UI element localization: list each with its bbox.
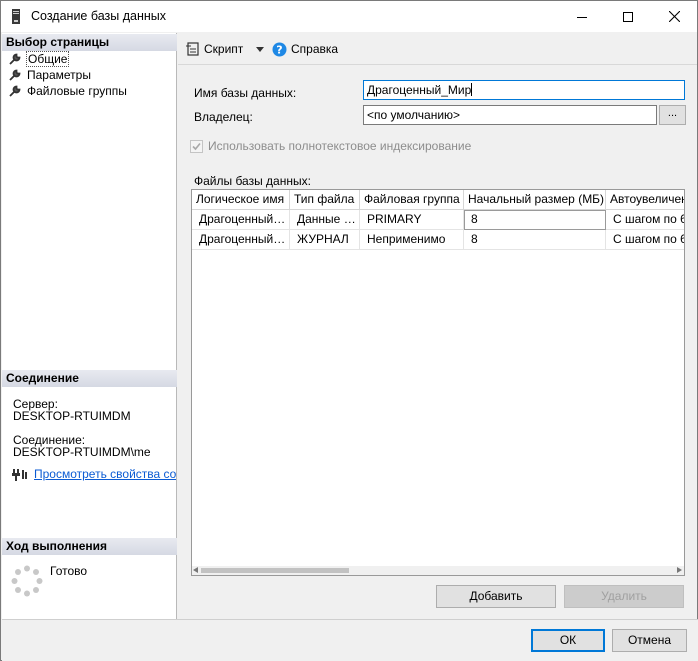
connection-value: DESKTOP-RTUIMDM\me: [13, 445, 151, 459]
view-properties-link[interactable]: Просмотреть свойства соединения: [34, 467, 176, 481]
cell-file-type[interactable]: ЖУРНАЛ: [290, 230, 360, 250]
column-header[interactable]: Логическое имя: [192, 190, 290, 210]
db-name-input[interactable]: Драгоценный_Мир: [363, 80, 685, 100]
script-dropdown-button[interactable]: [256, 41, 264, 57]
progress-status: Готово: [50, 564, 88, 578]
dialog-window: Создание базы данных Выбор страницы Общи…: [0, 0, 698, 661]
table-row[interactable]: Драгоценный_Мир Данные строк PRIMARY 8 С…: [192, 210, 684, 230]
checkmark-icon: [192, 142, 201, 150]
cell-logical-name[interactable]: Драгоценный_Мир_log: [192, 230, 290, 250]
wrench-icon: [9, 69, 21, 81]
general-page-content: Имя базы данных: Драгоценный_Мир Владеле…: [178, 66, 697, 619]
minimize-button[interactable]: [559, 1, 605, 32]
progress-spinner-icon: [11, 565, 43, 597]
script-label: Скрипт: [204, 42, 244, 56]
fulltext-checkbox-row[interactable]: Использовать полнотекстовое индексирован…: [190, 139, 471, 153]
caret-down-icon: [256, 46, 264, 52]
owner-label: Владелец:: [194, 110, 253, 124]
minimize-icon: [577, 16, 587, 18]
page-item-general[interactable]: Общие: [8, 51, 70, 67]
wrench-icon: [9, 85, 21, 97]
db-name-value: Драгоценный_Мир: [367, 83, 472, 97]
ok-button[interactable]: ОК: [531, 629, 605, 652]
svg-text:?: ?: [276, 43, 282, 56]
cancel-button[interactable]: Отмена: [612, 629, 687, 652]
database-app-icon: [12, 9, 20, 24]
cell-file-type[interactable]: Данные строк: [290, 210, 360, 230]
horizontal-scrollbar[interactable]: [192, 566, 684, 575]
scroll-left-icon: [193, 567, 198, 573]
text-caret: [471, 83, 473, 96]
page-item-label: Параметры: [27, 68, 91, 82]
files-label: Файлы базы данных:: [194, 174, 311, 188]
help-button[interactable]: ? Справка: [272, 41, 338, 57]
connection-plug-icon: [12, 469, 27, 481]
remove-file-button[interactable]: Удалить: [564, 585, 684, 608]
scroll-right-icon: [677, 567, 682, 573]
cell-filegroup[interactable]: Неприменимо: [360, 230, 464, 250]
help-label: Справка: [291, 42, 339, 56]
grid-header: Логическое имя Тип файла Файловая группа…: [192, 190, 684, 210]
db-name-label: Имя базы данных:: [194, 86, 297, 100]
page-item-options[interactable]: Параметры: [8, 67, 91, 83]
fulltext-label: Использовать полнотекстовое индексирован…: [208, 139, 472, 153]
cell-autogrowth[interactable]: С шагом по 64 МБ: [606, 230, 684, 250]
left-pane: Выбор страницы Общие Параметры Файловые …: [2, 33, 177, 619]
cell-autogrowth[interactable]: С шагом по 64 МБ: [606, 210, 684, 230]
help-icon: ?: [272, 42, 287, 56]
close-window-button[interactable]: [651, 1, 697, 32]
column-header[interactable]: Автоувеличение: [606, 190, 684, 210]
scrollbar-thumb[interactable]: [201, 568, 349, 573]
column-header[interactable]: Файловая группа: [360, 190, 464, 210]
database-files-grid[interactable]: Логическое имя Тип файла Файловая группа…: [191, 189, 685, 576]
wrench-icon: [9, 53, 21, 65]
owner-browse-button[interactable]: ...: [659, 105, 686, 125]
table-row[interactable]: Драгоценный_Мир_log ЖУРНАЛ Неприменимо 8…: [192, 230, 684, 250]
toolbar: Скрипт ? Справка: [178, 33, 697, 65]
dialog-button-bar: ОК Отмена: [2, 619, 698, 661]
window-title: Создание базы данных: [31, 9, 167, 23]
add-file-button[interactable]: Добавить: [436, 585, 556, 608]
column-header[interactable]: Начальный размер (МБ): [464, 190, 606, 210]
view-connection-properties[interactable]: Просмотреть свойства соединения: [12, 467, 176, 481]
owner-input[interactable]: <по умолчанию>: [363, 105, 657, 125]
maximize-icon: [623, 11, 633, 22]
owner-value: <по умолчанию>: [367, 108, 461, 122]
maximize-button[interactable]: [605, 1, 651, 32]
cell-initial-size[interactable]: 8: [464, 210, 606, 230]
fulltext-checkbox[interactable]: [190, 139, 203, 153]
cell-logical-name[interactable]: Драгоценный_Мир: [192, 210, 290, 230]
cell-filegroup[interactable]: PRIMARY: [360, 210, 464, 230]
script-button[interactable]: Скрипт: [186, 41, 243, 57]
close-icon: [668, 11, 680, 22]
page-item-label: Общие: [25, 51, 70, 67]
page-item-filegroups[interactable]: Файловые группы: [8, 83, 127, 99]
page-item-label: Файловые группы: [27, 84, 127, 98]
cell-initial-size[interactable]: 8: [464, 230, 606, 250]
server-value: DESKTOP-RTUIMDM: [13, 409, 131, 423]
script-icon: [186, 42, 199, 56]
page-select-header: Выбор страницы: [2, 34, 177, 51]
title-bar: Создание базы данных: [1, 1, 697, 32]
progress-header: Ход выполнения: [2, 538, 177, 555]
connection-header: Соединение: [2, 370, 177, 387]
column-header[interactable]: Тип файла: [290, 190, 360, 210]
